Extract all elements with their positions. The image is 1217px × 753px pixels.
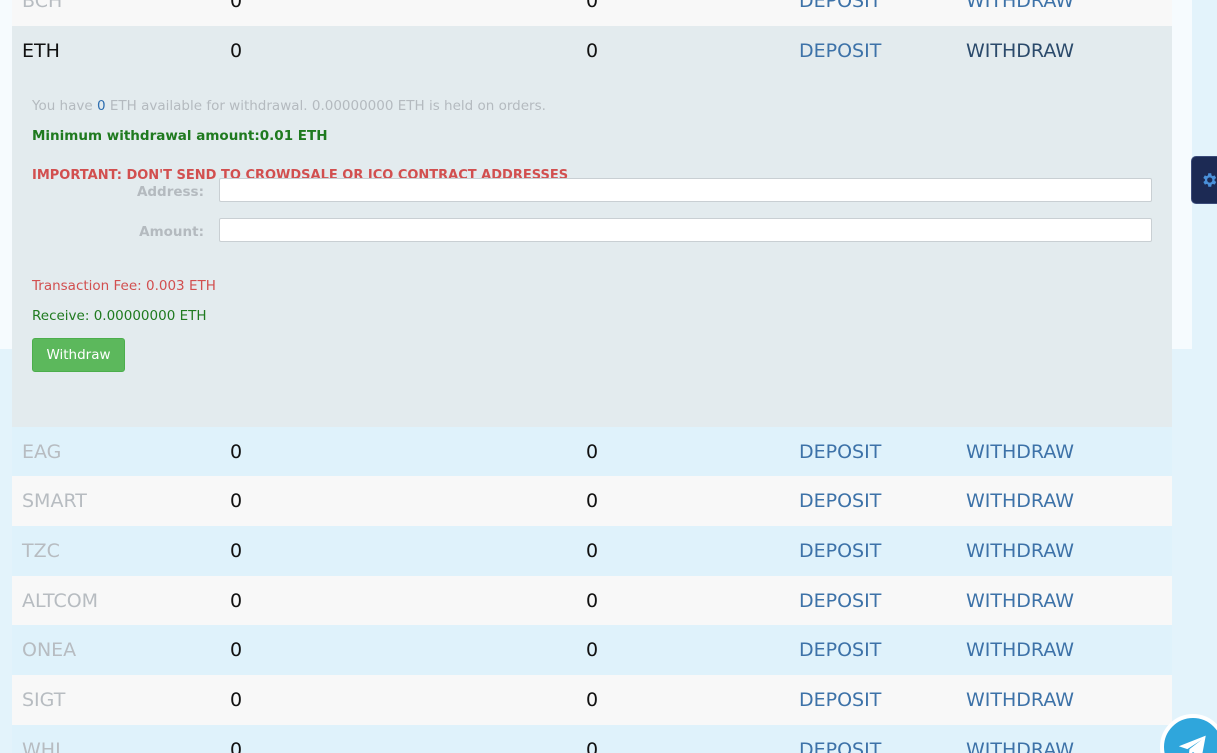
- deposit-link[interactable]: DEPOSIT: [799, 590, 881, 612]
- min-withdrawal-text: Minimum withdrawal amount:0.01 ETH: [32, 127, 328, 144]
- amount-label: Amount:: [139, 223, 204, 240]
- deposit-link[interactable]: DEPOSIT: [799, 490, 881, 512]
- withdraw-link[interactable]: WITHDRAW: [966, 441, 1074, 463]
- info-suffix: ETH available for withdrawal. 0.00000000…: [105, 97, 546, 114]
- deposit-link[interactable]: DEPOSIT: [799, 40, 881, 62]
- held-balance: 0: [586, 490, 599, 513]
- table-row-active: ETH 0 0 DEPOSIT WITHDRAW: [12, 25, 1172, 76]
- receive-amount: Receive: 0.00000000 ETH: [32, 307, 207, 324]
- held-balance: 0: [586, 589, 599, 612]
- available-info: You have 0 ETH available for withdrawal.…: [32, 98, 546, 114]
- held-balance: 0: [586, 639, 599, 662]
- table-row: BCH 0 0 DEPOSIT WITHDRAW: [12, 0, 1172, 26]
- balances-page: BCH 0 0 DEPOSIT WITHDRAW ETH 0 0 DEPOSIT…: [0, 0, 1217, 753]
- coin-name: BCH: [22, 0, 63, 12]
- held-balance: 0: [586, 688, 599, 711]
- balances-table: BCH 0 0 DEPOSIT WITHDRAW ETH 0 0 DEPOSIT…: [12, 0, 1172, 753]
- table-row: SMART 0 0 DEPOSIT WITHDRAW: [12, 476, 1172, 527]
- table-row: ALTCOM 0 0 DEPOSIT WITHDRAW: [12, 575, 1172, 626]
- available-balance: 0: [230, 688, 243, 711]
- withdraw-link[interactable]: WITHDRAW: [966, 540, 1074, 562]
- deposit-link[interactable]: DEPOSIT: [799, 441, 881, 463]
- deposit-link[interactable]: DEPOSIT: [799, 540, 881, 562]
- transaction-fee: Transaction Fee: 0.003 ETH: [32, 277, 216, 294]
- gear-icon: [1203, 173, 1217, 187]
- table-row: WHL 0 0 DEPOSIT WITHDRAW: [12, 724, 1172, 753]
- available-balance: 0: [230, 490, 243, 513]
- table-row: SIGT 0 0 DEPOSIT WITHDRAW: [12, 675, 1172, 725]
- withdraw-link[interactable]: WITHDRAW: [966, 0, 1074, 12]
- amount-input[interactable]: [219, 217, 1152, 242]
- withdraw-link[interactable]: WITHDRAW: [966, 590, 1074, 612]
- deposit-link[interactable]: DEPOSIT: [799, 0, 881, 12]
- withdraw-link[interactable]: WITHDRAW: [966, 490, 1074, 512]
- withdraw-link[interactable]: WITHDRAW: [966, 40, 1074, 62]
- telegram-icon: [1178, 735, 1206, 753]
- available-balance: 0: [230, 0, 243, 12]
- held-balance: 0: [586, 539, 599, 562]
- deposit-link[interactable]: DEPOSIT: [799, 739, 881, 753]
- available-balance: 0: [230, 440, 243, 463]
- settings-tab[interactable]: [1191, 156, 1217, 204]
- withdraw-link[interactable]: WITHDRAW: [966, 639, 1074, 661]
- table-row: EAG 0 0 DEPOSIT WITHDRAW: [12, 426, 1172, 477]
- available-balance: 0: [230, 39, 243, 62]
- withdraw-panel: You have 0 ETH available for withdrawal.…: [12, 75, 1172, 427]
- held-balance: 0: [586, 0, 599, 12]
- address-label: Address:: [136, 183, 204, 200]
- table-row: ONEA 0 0 DEPOSIT WITHDRAW: [12, 625, 1172, 676]
- coin-name: SIGT: [22, 688, 66, 711]
- coin-name: EAG: [22, 440, 62, 463]
- withdraw-link[interactable]: WITHDRAW: [966, 739, 1074, 753]
- table-row: TZC 0 0 DEPOSIT WITHDRAW: [12, 526, 1172, 576]
- coin-name: TZC: [22, 539, 60, 562]
- available-amount: 0: [96, 97, 106, 114]
- available-balance: 0: [230, 639, 243, 662]
- withdraw-link[interactable]: WITHDRAW: [966, 689, 1074, 711]
- info-prefix: You have: [32, 97, 97, 114]
- rows-container: EAG 0 0 DEPOSIT WITHDRAW SMART 0 0 DEPOSIT WITHDR…: [12, 426, 1172, 753]
- coin-name: ONEA: [22, 639, 77, 662]
- available-balance: 0: [230, 539, 243, 562]
- address-input[interactable]: [219, 177, 1152, 202]
- coin-name: SMART: [22, 490, 87, 513]
- deposit-link[interactable]: DEPOSIT: [799, 639, 881, 661]
- held-balance: 0: [586, 39, 599, 62]
- available-balance: 0: [230, 589, 243, 612]
- coin-name: WHL: [22, 738, 66, 753]
- coin-name: ALTCOM: [22, 589, 99, 612]
- coin-name: ETH: [22, 39, 60, 62]
- available-balance: 0: [230, 738, 243, 753]
- withdraw-button[interactable]: Withdraw: [32, 337, 125, 372]
- deposit-link[interactable]: DEPOSIT: [799, 689, 881, 711]
- held-balance: 0: [586, 440, 599, 463]
- held-balance: 0: [586, 738, 599, 753]
